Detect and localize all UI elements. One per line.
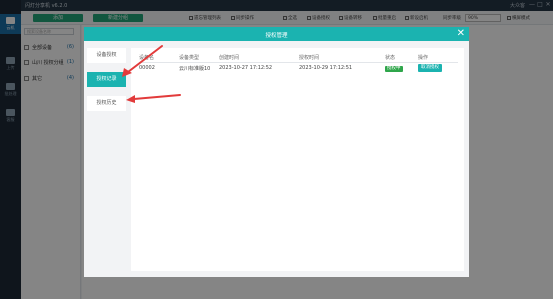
dialog-header: 授权管理 ✕ (84, 27, 469, 41)
tab-auth-history[interactable]: 授权历史 (87, 96, 126, 111)
cell-created: 2023-10-27 17:12:52 (219, 65, 273, 72)
close-icon[interactable]: ✕ (457, 28, 465, 39)
col-created: 创建时间 (219, 54, 299, 63)
dialog-title: 授权管理 (265, 33, 288, 39)
cell-type: 云川标准版10 (179, 65, 211, 72)
auth-records-panel: 设备名 设备类型 创建时间 授权时间 状态 操作 00002 云川标准版10 2… (131, 48, 464, 271)
cell-auth-time: 2023-10-29 17:12:51 (299, 65, 353, 72)
col-action: 操作 (418, 54, 458, 63)
col-auth-time: 授权时间 (299, 54, 385, 63)
tab-device-auth[interactable]: 设备授权 (87, 48, 126, 63)
tab-auth-records[interactable]: 授权记录 (87, 72, 126, 87)
table-header-row: 设备名 设备类型 创建时间 授权时间 状态 操作 (139, 54, 458, 63)
dialog-menu: 设备授权 授权记录 授权历史 (87, 48, 127, 120)
col-status: 状态 (385, 54, 418, 63)
status-badge: 授权中 (385, 65, 403, 72)
cell-device: 00002 (139, 65, 155, 72)
auth-management-dialog: 授权管理 ✕ 设备授权 授权记录 授权历史 设备名 设备类型 创建时间 授权时间… (84, 27, 469, 277)
cancel-auth-button[interactable]: 取消授权 (418, 64, 442, 73)
col-device: 设备名 (139, 54, 179, 63)
cell-status: 授权中 (385, 62, 418, 74)
cell-action: 取消授权 (418, 62, 458, 74)
col-type: 设备类型 (179, 54, 219, 63)
table-row: 00002 云川标准版10 2023-10-27 17:12:52 2023-1… (139, 62, 458, 74)
auth-table: 设备名 设备类型 创建时间 授权时间 状态 操作 00002 云川标准版10 2… (139, 54, 458, 74)
